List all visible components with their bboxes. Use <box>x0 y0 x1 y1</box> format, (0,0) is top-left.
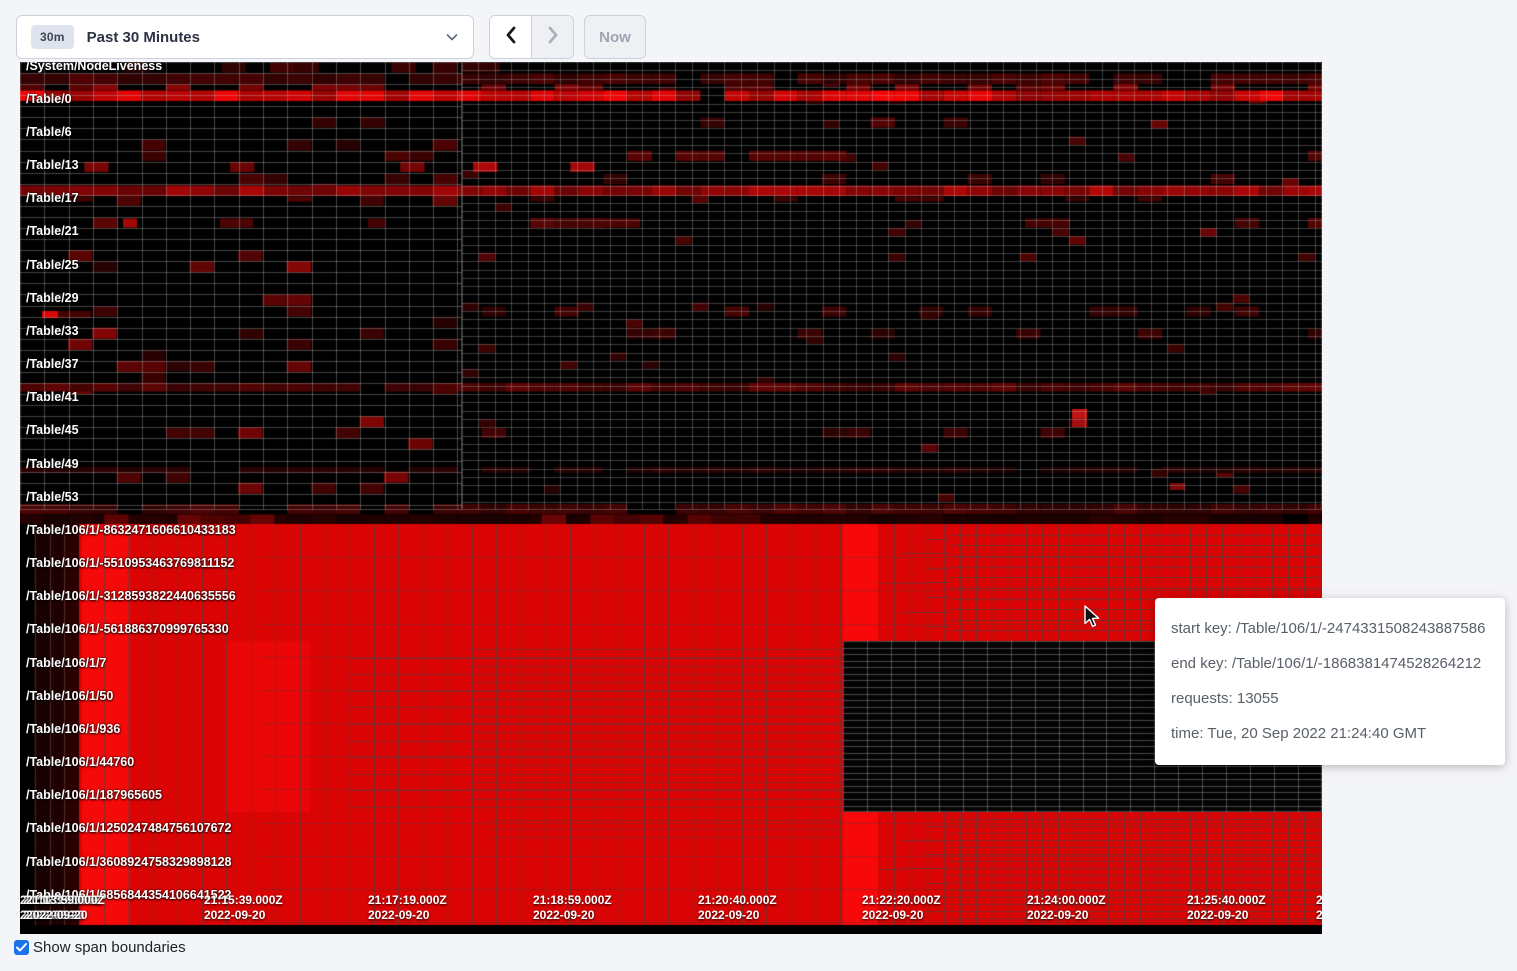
chevron-left-icon <box>503 25 519 50</box>
now-button-label: Now <box>599 29 631 46</box>
time-nav-group <box>489 15 574 59</box>
heatmap-canvas[interactable] <box>20 62 1322 930</box>
show-span-boundaries-checkbox[interactable] <box>14 940 29 955</box>
chevron-right-icon <box>545 25 561 50</box>
show-span-boundaries-control: Show span boundaries <box>14 939 186 956</box>
time-range-label: Past 30 Minutes <box>87 29 445 46</box>
forward-arrow-button[interactable] <box>532 16 573 58</box>
tooltip-line: time: Tue, 20 Sep 2022 21:24:40 GMT <box>1171 716 1489 751</box>
tooltip-line: requests: 13055 <box>1171 681 1489 716</box>
now-button[interactable]: Now <box>584 15 646 59</box>
tooltip-line: start key: /Table/106/1/-247433150824388… <box>1171 611 1489 646</box>
time-range-badge: 30m <box>31 25 74 49</box>
show-span-boundaries-label: Show span boundaries <box>33 939 186 956</box>
back-arrow-button[interactable] <box>490 16 532 58</box>
checkmark-icon <box>16 943 27 952</box>
tooltip-line: end key: /Table/106/1/-18683814745282642… <box>1171 646 1489 681</box>
key-visualizer-map[interactable]: /System/NodeLiveness/Table/0/Table/6/Tab… <box>20 62 1322 934</box>
time-range-select[interactable]: 30m Past 30 Minutes <box>16 15 474 59</box>
chevron-down-icon <box>445 30 459 44</box>
span-tooltip: start key: /Table/106/1/-247433150824388… <box>1155 598 1505 765</box>
